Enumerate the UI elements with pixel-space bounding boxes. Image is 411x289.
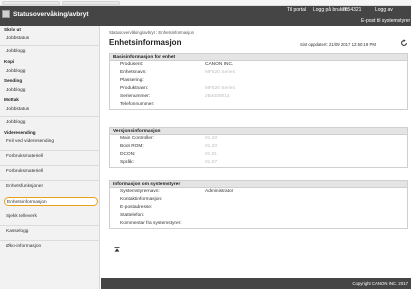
sidebar-item-forwarding-errors[interactable]: Feil ved videresending xyxy=(6,137,94,146)
sidebar-heading-receive: Mottak xyxy=(4,97,19,102)
footer: Copyright CANON INC. 2017 xyxy=(101,278,411,289)
row-label: Produsent: xyxy=(120,62,144,67)
row-label: Main Controller: xyxy=(120,136,154,141)
copyright: Copyright CANON INC. 2017 xyxy=(352,281,408,286)
info-row: Plassering: xyxy=(110,77,407,85)
row-label: Kontaktinformasjon: xyxy=(120,197,163,202)
divider xyxy=(0,116,100,117)
divider xyxy=(0,150,100,151)
page-title: Enhetsinformasjon xyxy=(109,38,182,47)
sidebar-item-cash-log[interactable]: Kasselogg xyxy=(6,227,94,236)
info-row: Produsent: CANON INC. xyxy=(110,61,407,69)
basic-info-section: Basisinformasjon for enhet Produsent: CAN… xyxy=(109,53,408,110)
sidebar-heading-copy: Kopi xyxy=(4,59,15,64)
row-label: E-postadresse: xyxy=(120,205,153,210)
browser-tab[interactable] xyxy=(2,1,60,5)
sidebar-item-eco-information[interactable]: Øko-informasjon xyxy=(6,242,94,251)
row-value: 01.01 xyxy=(205,152,218,157)
info-row: Kontaktinformasjon: xyxy=(110,196,407,204)
row-value: 2B4000012 xyxy=(205,94,230,99)
sidebar-item-device-information[interactable]: Enhetsinformasjon xyxy=(4,197,98,206)
info-row: Språk: 01.07 xyxy=(110,159,407,167)
info-row: E-postadresse: xyxy=(110,204,407,212)
row-label: Stattelefon: xyxy=(120,213,145,218)
scroll-top-icon[interactable] xyxy=(114,247,120,252)
info-row: Boot ROM: 01.20 xyxy=(110,143,407,151)
sidebar-item-print-job-log[interactable]: Jobblogg xyxy=(6,47,94,56)
info-row: Enhetsnavn: MF520 Series xyxy=(110,69,407,77)
info-row: Telefonnummer: xyxy=(110,101,407,109)
row-label: Enhetsnavn: xyxy=(120,70,147,75)
section-title: Informasjon om systemstyrer xyxy=(110,181,407,188)
app-title: Statusovervåking/avbryt xyxy=(13,11,89,18)
mail-to-admin-link[interactable]: E-post til systemstyrer xyxy=(361,18,410,24)
sidebar-item-print-job-status[interactable]: Jobbstatus xyxy=(6,34,94,43)
divider xyxy=(0,45,100,46)
logout-link[interactable]: Logg av xyxy=(375,7,393,13)
top-page-link[interactable]: Til portal xyxy=(287,7,306,13)
row-value: Administrator xyxy=(205,189,234,194)
sidebar-item-device-functions[interactable]: Enhetsfunksjoner xyxy=(6,182,94,191)
row-value: MF520 Series xyxy=(205,86,235,91)
sidebar-item-receive-job-log[interactable]: Jobblogg xyxy=(6,118,94,127)
divider xyxy=(0,180,100,181)
row-label: Telefonnummer: xyxy=(120,102,155,107)
divider xyxy=(0,225,100,226)
info-row: Kommentar fra systemstyrer: xyxy=(110,220,407,228)
sidebar-item-receive-job-status[interactable]: Jobbstatus xyxy=(6,105,94,114)
row-label: Systemstyrernavn: xyxy=(120,189,160,194)
row-label: Boot ROM: xyxy=(120,144,144,149)
section-title: Versjonsinformasjon xyxy=(110,128,407,135)
row-label: Produktnavn: xyxy=(120,86,149,91)
header-bar: Statusovervåking/avbryt Til portal Logg … xyxy=(0,6,411,26)
info-row: Stattelefon: xyxy=(110,212,407,220)
info-row: DCON: 01.01 xyxy=(110,151,407,159)
last-updated: Sist oppdatert: 21/09 2017 12:50:19 PM xyxy=(300,42,376,47)
row-value: 01.07 xyxy=(205,160,218,165)
sidebar-heading-forwarding: Videresending xyxy=(4,130,36,135)
row-label: Språk: xyxy=(120,160,134,165)
row-label: Serienummer: xyxy=(120,94,151,99)
row-label: Kommentar fra systemstyrer: xyxy=(120,221,182,226)
version-info-section: Versjonsinformasjon Main Controller: 01.1… xyxy=(109,127,408,168)
row-value: CANON INC. xyxy=(205,62,234,67)
refresh-icon[interactable] xyxy=(400,39,408,47)
sidebar-item-check-counter[interactable]: Sjekk telleverk xyxy=(6,212,94,221)
row-value: 01.20 xyxy=(205,144,218,149)
user-id: 7654321 xyxy=(342,7,362,13)
row-value: 01.10 xyxy=(205,136,218,141)
logo-icon xyxy=(2,10,10,18)
row-value: MF520 Series xyxy=(205,70,235,75)
row-label: DCON: xyxy=(120,152,136,157)
info-row: Systemstyrernavn: Administrator xyxy=(110,188,407,196)
info-row: Produktnavn: MF520 Series xyxy=(110,85,407,93)
sidebar: Skriv ut Jobbstatus Jobblogg Kopi Jobblo… xyxy=(0,26,100,289)
row-label: Plassering: xyxy=(120,78,144,83)
info-row: Serienummer: 2B4000012 xyxy=(110,93,407,101)
breadcrumb: Statusovervåking/avbryt : Enhetsinformas… xyxy=(109,30,195,35)
admin-info-section: Informasjon om systemstyrer Systemstyrer… xyxy=(109,180,408,229)
divider xyxy=(0,240,100,241)
info-row: Main Controller: 01.10 xyxy=(110,135,407,143)
sidebar-item-consumables-1[interactable]: Forbruksmateriell xyxy=(6,152,94,161)
sidebar-heading-print: Skriv ut xyxy=(4,27,21,32)
section-title: Basisinformasjon for enhet xyxy=(110,54,407,61)
sidebar-item-copy-job-log[interactable]: Jobblogg xyxy=(6,67,94,76)
sidebar-heading-send: Sending xyxy=(4,78,23,83)
browser-tab[interactable] xyxy=(62,1,120,5)
sidebar-item-consumables-2[interactable]: Forbruksmateriell xyxy=(6,167,94,176)
sidebar-item-send-job-log[interactable]: Jobblogg xyxy=(6,86,94,95)
divider xyxy=(0,165,100,166)
